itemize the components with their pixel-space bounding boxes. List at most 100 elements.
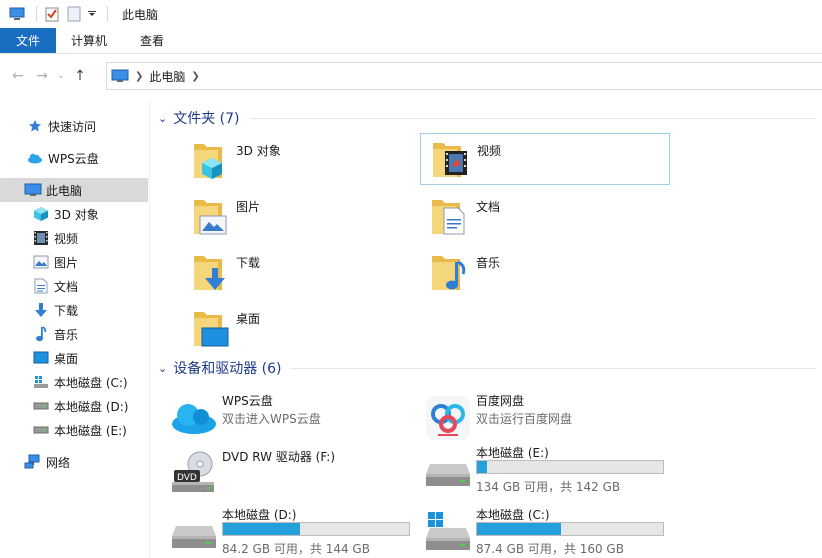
computer-icon <box>24 181 42 199</box>
device-tile-dvd-drive[interactable]: DVD DVD RW 驱动器 (F:) <box>152 446 402 502</box>
window-title: 此电脑 <box>122 7 159 22</box>
sidebar-item-desktop[interactable]: 桌面 <box>0 346 148 370</box>
sidebar-item-documents[interactable]: 文档 <box>0 274 148 298</box>
download-icon <box>32 301 50 319</box>
device-name: WPS云盘 <box>222 394 273 408</box>
drive-icon <box>32 397 50 415</box>
device-description: 双击进入WPS云盘 <box>222 412 321 426</box>
folder-tile-3d-objects[interactable]: 3D 对象 <box>166 134 416 186</box>
tile-label: 3D 对象 <box>236 144 281 158</box>
folder-tile-documents[interactable]: 文档 <box>420 190 670 242</box>
devices-group-header[interactable]: ⌄ 设备和驱动器 (6) <box>158 358 282 378</box>
drive-free-space: 87.4 GB 可用，共 160 GB <box>476 542 624 556</box>
drive-usage-bar <box>476 460 664 474</box>
sidebar-item-videos[interactable]: 视频 <box>0 226 148 250</box>
breadcrumb-chevron-icon[interactable]: ❯ <box>135 71 143 82</box>
folder-pictures-icon <box>186 194 230 238</box>
tile-label: 音乐 <box>476 256 501 270</box>
wps-cloud-icon <box>170 394 218 442</box>
tile-label: 图片 <box>236 200 261 214</box>
sidebar-item-label: 快速访问 <box>48 119 97 134</box>
separator <box>36 6 37 22</box>
device-name: 百度网盘 <box>476 394 525 408</box>
drive-usage-fill <box>223 523 301 535</box>
breadcrumb-this-pc[interactable]: 此电脑 <box>149 68 185 85</box>
sidebar-item-drive-d[interactable]: 本地磁盘 (D:) <box>0 394 148 418</box>
content-pane: ⌄ 文件夹 (7) 3D 对象 视频 图片 文档 下载 音乐 桌面 ⌄ 设备和驱… <box>152 100 822 558</box>
sidebar-item-label: 此电脑 <box>46 183 83 198</box>
group-divider <box>250 118 816 119</box>
drive-free-space: 134 GB 可用，共 142 GB <box>476 480 621 494</box>
folders-group-header[interactable]: ⌄ 文件夹 (7) <box>158 108 240 128</box>
sidebar-item-drive-c[interactable]: 本地磁盘 (C:) <box>0 370 148 394</box>
back-arrow-icon[interactable]: ← <box>6 64 30 88</box>
folder-music-icon <box>428 250 472 294</box>
folder-tile-music[interactable]: 音乐 <box>420 246 670 298</box>
network-icon <box>24 453 42 471</box>
device-name: DVD RW 驱动器 (F:) <box>222 450 336 464</box>
drive-icon <box>32 421 50 439</box>
sidebar-item-drive-e[interactable]: 本地磁盘 (E:) <box>0 418 148 442</box>
folder-documents-icon <box>428 194 472 238</box>
device-tile-drive-e[interactable]: 本地磁盘 (E:) 134 GB 可用，共 142 GB <box>406 442 664 498</box>
desktop-icon <box>32 349 50 367</box>
drive-usage-bar <box>476 522 664 536</box>
folder-tile-videos[interactable]: 视频 <box>420 133 670 185</box>
folder-tile-downloads[interactable]: 下载 <box>166 246 416 298</box>
up-arrow-icon[interactable]: ↑ <box>68 64 92 88</box>
sidebar-item-downloads[interactable]: 下载 <box>0 298 148 322</box>
sidebar-item-pictures[interactable]: 图片 <box>0 250 148 274</box>
folder-downloads-icon <box>186 250 230 294</box>
folder-video-icon <box>429 137 473 181</box>
sidebar-item-label: 本地磁盘 (C:) <box>54 375 128 390</box>
sidebar-item-wps-cloud[interactable]: WPS云盘 <box>0 146 148 170</box>
folder-tile-desktop[interactable]: 桌面 <box>166 302 416 354</box>
folder-tile-pictures[interactable]: 图片 <box>166 190 416 242</box>
music-icon <box>32 325 50 343</box>
sidebar-item-3d-objects[interactable]: 3D 对象 <box>0 202 148 226</box>
properties-icon[interactable] <box>43 5 61 23</box>
forward-arrow-icon[interactable]: → <box>30 64 54 88</box>
star-icon <box>26 117 44 135</box>
sidebar-item-label: 视频 <box>54 231 79 246</box>
device-tile-wps-cloud[interactable]: WPS云盘 双击进入WPS云盘 <box>152 390 402 446</box>
new-folder-icon[interactable] <box>65 5 83 23</box>
computer-icon <box>8 5 26 23</box>
address-bar[interactable]: ❯ 此电脑 ❯ <box>106 62 822 90</box>
dvd-drive-icon: DVD <box>170 450 218 498</box>
tab-view[interactable]: 查看 <box>122 28 182 53</box>
device-tile-baidu-netdisk[interactable]: 百度网盘 双击运行百度网盘 <box>406 390 656 446</box>
cube-icon <box>32 205 50 223</box>
sidebar-item-music[interactable]: 音乐 <box>0 322 148 346</box>
device-name: 本地磁盘 (E:) <box>476 446 549 460</box>
tab-file[interactable]: 文件 <box>0 28 56 53</box>
baidu-netdisk-icon <box>424 394 472 442</box>
sidebar-item-label: 桌面 <box>54 351 79 366</box>
sidebar-item-label: 3D 对象 <box>54 207 99 222</box>
sidebar-item-label: 网络 <box>46 455 71 470</box>
group-divider <box>290 368 816 369</box>
picture-icon <box>32 253 50 271</box>
sidebar-item-label: 文档 <box>54 279 79 294</box>
device-tile-drive-c[interactable]: 本地磁盘 (C:) 87.4 GB 可用，共 160 GB <box>406 504 664 558</box>
sidebar-item-label: 下载 <box>54 303 79 318</box>
title-bar: 此电脑 <box>0 0 822 28</box>
tile-label: 桌面 <box>236 312 261 326</box>
navigation-pane: 快速访问 WPS云盘 此电脑 3D 对象 视频 图片 文档 下载 音乐 桌面 本… <box>0 100 150 558</box>
breadcrumb-chevron-icon[interactable]: ❯ <box>191 71 199 82</box>
drive-free-space: 84.2 GB 可用，共 144 GB <box>222 542 370 556</box>
recent-locations-chevron-icon[interactable]: ⌄ <box>54 64 68 88</box>
quick-access-dropdown-icon[interactable] <box>87 5 97 23</box>
chevron-down-icon: ⌄ <box>158 111 168 125</box>
sidebar-item-label: 本地磁盘 (E:) <box>54 423 127 438</box>
chevron-down-icon: ⌄ <box>158 361 168 375</box>
cloud-icon <box>26 149 44 167</box>
separator <box>107 6 108 22</box>
sidebar-item-network[interactable]: 网络 <box>0 450 148 474</box>
folder-3d-icon <box>186 138 230 182</box>
sidebar-item-quick-access[interactable]: 快速访问 <box>0 114 148 138</box>
drive-c-icon <box>32 373 50 391</box>
tab-computer[interactable]: 计算机 <box>56 28 122 53</box>
sidebar-item-this-pc[interactable]: 此电脑 <box>0 178 148 202</box>
device-tile-drive-d[interactable]: 本地磁盘 (D:) 84.2 GB 可用，共 144 GB <box>152 504 410 558</box>
